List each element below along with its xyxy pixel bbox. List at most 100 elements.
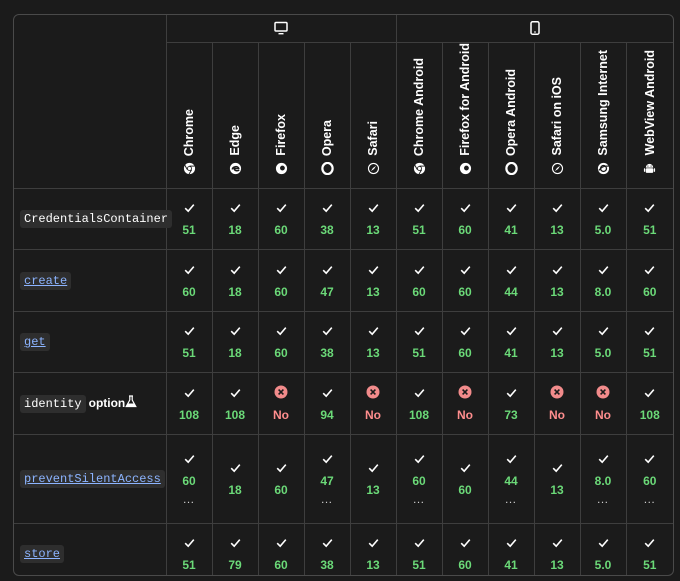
version-label: 60 — [182, 474, 196, 489]
more-info-ellipsis[interactable]: … — [489, 492, 534, 506]
support-cell[interactable]: 60 — [441, 522, 489, 575]
support-cell[interactable]: 18 — [211, 248, 259, 312]
feature-name: identity — [20, 394, 86, 413]
support-cell[interactable]: 60… — [625, 433, 674, 524]
more-info-ellipsis[interactable]: … — [581, 492, 626, 506]
support-cell[interactable]: 47… — [303, 433, 351, 524]
support-cell[interactable]: 60 — [257, 248, 305, 312]
support-cell[interactable]: 44 — [487, 248, 535, 312]
support-cell[interactable]: 5.0 — [579, 522, 627, 575]
support-cell[interactable]: 51 — [165, 310, 213, 373]
support-cell[interactable]: 60… — [395, 433, 443, 524]
support-cell[interactable]: 73 — [487, 371, 535, 435]
support-cell[interactable]: 13 — [533, 187, 581, 250]
check-icon — [397, 451, 442, 469]
check-icon — [305, 535, 350, 553]
support-cell[interactable]: 60 — [165, 248, 213, 312]
support-cell[interactable]: 13 — [533, 248, 581, 312]
support-cell[interactable]: 60 — [257, 310, 305, 373]
feature-link[interactable]: get — [20, 333, 50, 352]
support-cell[interactable]: 51 — [165, 522, 213, 575]
support-cell[interactable]: 18 — [211, 433, 259, 524]
support-cell[interactable]: 44… — [487, 433, 535, 524]
feature-name-cell: identity option — [14, 371, 167, 435]
support-cell[interactable]: 51 — [625, 310, 674, 373]
support-cell[interactable]: 38 — [303, 310, 351, 373]
support-cell[interactable]: 79 — [211, 522, 259, 575]
check-icon — [489, 385, 534, 403]
support-cell[interactable]: 60 — [441, 310, 489, 373]
support-cell[interactable]: 60 — [257, 522, 305, 575]
more-info-ellipsis[interactable]: … — [167, 492, 212, 506]
check-icon — [627, 323, 674, 341]
support-cell[interactable]: 60 — [441, 187, 489, 250]
version-label: 8.0 — [594, 474, 612, 489]
support-cell[interactable]: 41 — [487, 522, 535, 575]
support-cell[interactable]: 18 — [211, 310, 259, 373]
support-cell[interactable]: No — [533, 371, 581, 435]
support-cell[interactable]: 94 — [303, 371, 351, 435]
check-icon — [305, 385, 350, 403]
more-info-ellipsis[interactable]: … — [305, 492, 350, 506]
support-cell[interactable]: 13 — [533, 522, 581, 575]
browser-header: Firefox for Android — [441, 42, 489, 189]
feature-link[interactable]: preventSilentAccess — [20, 470, 165, 489]
check-icon — [167, 323, 212, 341]
android-icon — [643, 156, 656, 180]
support-cell[interactable]: 60 — [395, 248, 443, 312]
feature-name-cell: create — [14, 248, 167, 312]
support-cell[interactable]: 18 — [211, 187, 259, 250]
cross-icon — [581, 385, 626, 403]
check-icon — [167, 200, 212, 218]
feature-link[interactable]: store — [20, 545, 65, 564]
support-cell[interactable]: No — [441, 371, 489, 435]
support-cell[interactable]: 8.0 — [579, 248, 627, 312]
support-cell[interactable]: 41 — [487, 187, 535, 250]
support-cell[interactable]: 13 — [349, 310, 397, 373]
support-cell[interactable]: No — [349, 371, 397, 435]
check-icon — [213, 385, 258, 403]
support-cell[interactable]: 108 — [625, 371, 673, 435]
support-cell[interactable]: 51 — [395, 522, 443, 575]
support-cell[interactable]: 51 — [625, 522, 673, 575]
support-cell[interactable]: 8.0 … — [579, 433, 627, 524]
support-cell[interactable]: 13 — [533, 433, 581, 524]
support-cell[interactable]: 38 — [303, 522, 351, 575]
support-cell[interactable]: 51 — [395, 310, 443, 373]
support-cell[interactable]: No — [257, 371, 305, 435]
more-info-ellipsis[interactable]: … — [397, 492, 442, 506]
more-info-ellipsis[interactable]: … — [627, 492, 674, 506]
cross-icon — [535, 385, 580, 403]
version-label: 60 — [274, 346, 288, 361]
support-cell[interactable]: 13 — [533, 310, 581, 373]
check-icon — [397, 262, 442, 280]
support-cell[interactable]: 5.0 — [579, 187, 627, 250]
check-icon — [535, 535, 580, 553]
browser-header: Chrome Android — [395, 42, 443, 189]
support-cell[interactable]: 13 — [349, 187, 397, 250]
support-cell[interactable]: 13 — [349, 522, 397, 575]
support-cell[interactable]: 13 — [349, 248, 397, 312]
support-cell[interactable]: 47 — [303, 248, 351, 312]
support-cell[interactable]: 38 — [303, 187, 351, 250]
support-cell[interactable]: 13 — [349, 433, 397, 524]
support-cell[interactable]: 60 … — [165, 433, 213, 524]
check-icon — [305, 323, 350, 341]
support-cell[interactable]: 5.0 — [579, 310, 627, 373]
support-cell[interactable]: 60 — [441, 248, 489, 312]
support-cell[interactable]: 51 — [165, 187, 213, 250]
support-cell[interactable]: 60 — [625, 248, 673, 312]
browser-name: Safari — [366, 120, 380, 156]
feature-link[interactable]: create — [20, 271, 72, 290]
support-cell[interactable]: 60 — [257, 187, 305, 250]
support-cell[interactable]: 51 — [625, 187, 673, 250]
support-cell[interactable]: 108 — [165, 371, 213, 435]
support-cell[interactable]: 51 — [395, 187, 443, 250]
support-cell[interactable]: No — [579, 371, 627, 435]
support-cell[interactable]: 60 — [257, 433, 305, 524]
support-cell[interactable]: 108 — [211, 371, 259, 435]
support-cell[interactable]: 41 — [487, 310, 535, 373]
version-label: No — [273, 407, 289, 422]
support-cell[interactable]: 108 — [395, 371, 443, 435]
support-cell[interactable]: 60 — [441, 433, 489, 524]
